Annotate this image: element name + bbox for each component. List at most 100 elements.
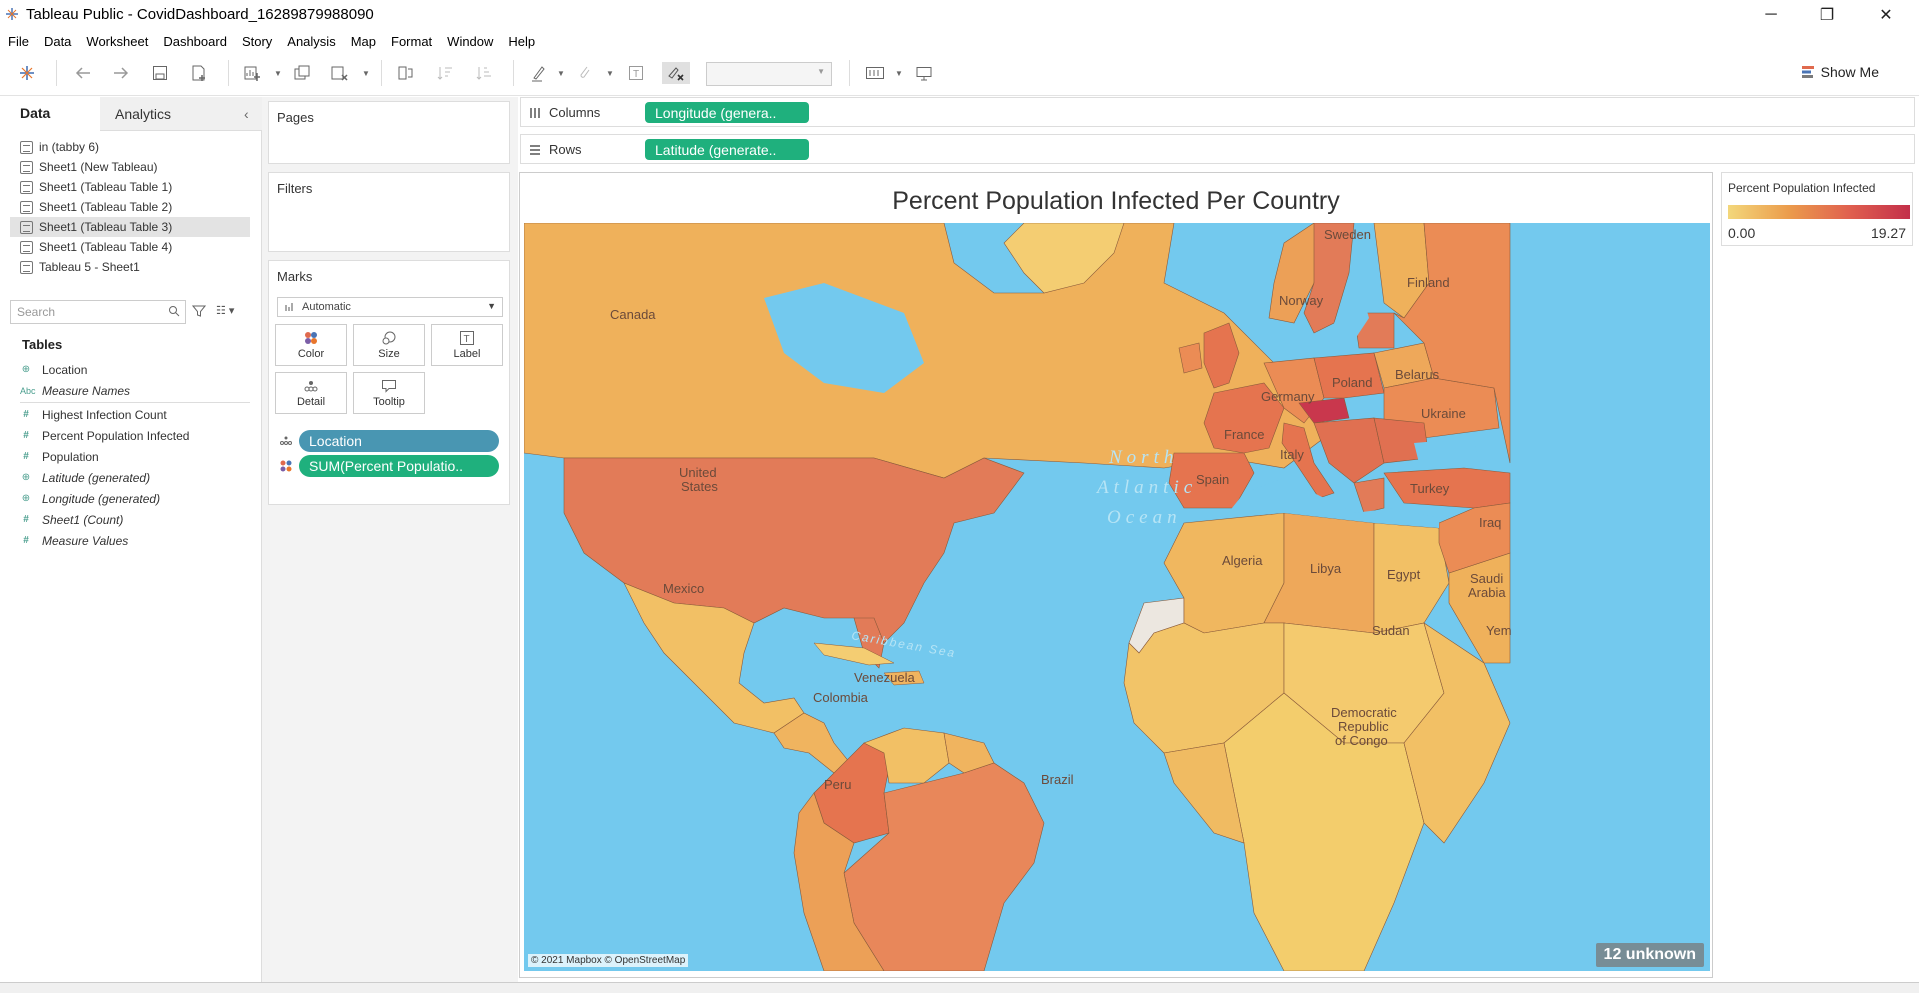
- save-icon[interactable]: [149, 62, 171, 84]
- columns-shelf[interactable]: Columns Longitude (genera..: [520, 97, 1915, 127]
- location-pill[interactable]: Location: [299, 430, 499, 452]
- field-item[interactable]: # Population: [20, 446, 260, 467]
- map-label: Finland: [1407, 275, 1450, 290]
- highlight-icon[interactable]: [528, 62, 550, 84]
- close-button[interactable]: ✕: [1858, 0, 1914, 30]
- menu-file[interactable]: File: [8, 34, 29, 49]
- datasource-icon: [20, 260, 33, 274]
- fit-dropdown[interactable]: ▼: [706, 62, 832, 86]
- unknown-indicator[interactable]: 12 unknown: [1595, 943, 1704, 967]
- new-datasource-icon[interactable]: [188, 62, 210, 84]
- search-icon[interactable]: [168, 305, 180, 317]
- presentation-mode-icon[interactable]: [913, 62, 935, 84]
- map-attribution[interactable]: © 2021 Mapbox © OpenStreetMap: [528, 954, 689, 967]
- size-button[interactable]: Size: [353, 324, 425, 366]
- svg-text:T: T: [633, 69, 639, 80]
- label-button[interactable]: T Label: [431, 324, 503, 366]
- columns-icon: [530, 107, 540, 118]
- map-label: States: [681, 479, 718, 494]
- tooltip-button[interactable]: Tooltip: [353, 372, 425, 414]
- longitude-pill[interactable]: Longitude (genera..: [645, 102, 809, 123]
- clear-sheet-icon[interactable]: [328, 62, 350, 84]
- legend-title: Percent Population Infected: [1728, 181, 1876, 195]
- search-input[interactable]: Search: [10, 300, 186, 324]
- show-me-button[interactable]: Show Me: [1801, 64, 1879, 80]
- legend-max: 19.27: [1870, 225, 1906, 241]
- field-item[interactable]: ⊕ Location: [20, 359, 260, 380]
- datasource-item[interactable]: Sheet1 (Tableau Table 4): [10, 237, 250, 257]
- tableau-home-icon[interactable]: [16, 62, 38, 84]
- marks-pill-sum[interactable]: SUM(Percent Populatio..: [277, 455, 499, 477]
- restore-button[interactable]: ❐: [1799, 0, 1855, 30]
- sort-descending-icon[interactable]: [473, 62, 495, 84]
- map-view[interactable]: Canada United States Mexico Colombia Ven…: [524, 223, 1710, 971]
- datasource-item[interactable]: Sheet1 (New Tableau): [10, 157, 250, 177]
- tab-analytics[interactable]: Analytics: [100, 97, 262, 131]
- abc-icon: Abc: [20, 385, 36, 396]
- new-worksheet-icon[interactable]: [241, 62, 263, 84]
- map-label: Spain: [1196, 472, 1229, 487]
- datasource-item[interactable]: Sheet1 (Tableau Table 2): [10, 197, 250, 217]
- detail-button[interactable]: Detail: [275, 372, 347, 414]
- mark-type-dropdown[interactable]: Automatic ▼: [277, 297, 503, 317]
- sort-ascending-icon[interactable]: [434, 62, 456, 84]
- field-item[interactable]: # Percent Population Infected: [20, 425, 260, 446]
- map-label: Sweden: [1324, 227, 1371, 242]
- view-options-icon[interactable]: ☷ ▾: [216, 304, 234, 317]
- menu-help[interactable]: Help: [508, 34, 535, 49]
- sum-percent-pill[interactable]: SUM(Percent Populatio..: [299, 455, 499, 477]
- hash-icon: #: [23, 535, 29, 546]
- fix-axes-icon[interactable]: [662, 62, 690, 84]
- menu-format[interactable]: Format: [391, 34, 432, 49]
- swap-rows-columns-icon[interactable]: [394, 62, 416, 84]
- map-label: Italy: [1280, 447, 1304, 462]
- latitude-pill[interactable]: Latitude (generate..: [645, 139, 809, 160]
- undo-icon[interactable]: [72, 62, 94, 84]
- field-item[interactable]: # Sheet1 (Count): [20, 509, 260, 530]
- columns-label: Columns: [549, 105, 601, 120]
- pages-card[interactable]: Pages: [268, 101, 510, 164]
- map-label: Saudi: [1470, 571, 1503, 586]
- field-item[interactable]: # Highest Infection Count: [20, 404, 260, 425]
- datasource-item[interactable]: Sheet1 (Tableau Table 1): [10, 177, 250, 197]
- datasource-icon: [20, 140, 33, 154]
- menu-analysis[interactable]: Analysis: [287, 34, 335, 49]
- map-svg[interactable]: Canada United States Mexico Colombia Ven…: [524, 223, 1710, 971]
- field-item[interactable]: Abc Measure Names: [20, 380, 260, 401]
- menu-worksheet[interactable]: Worksheet: [86, 34, 148, 49]
- rows-shelf[interactable]: Rows Latitude (generate..: [520, 134, 1915, 164]
- field-item[interactable]: # Measure Values: [20, 530, 260, 551]
- duplicate-sheet-icon[interactable]: [291, 62, 313, 84]
- field-item[interactable]: ⊕ Latitude (generated): [20, 467, 260, 488]
- minimize-button[interactable]: ─: [1743, 0, 1799, 30]
- map-label: Yem: [1486, 623, 1512, 638]
- show-cards-icon[interactable]: [864, 62, 886, 84]
- map-label: Germany: [1261, 389, 1315, 404]
- filters-card[interactable]: Filters: [268, 172, 510, 252]
- group-members-icon[interactable]: [574, 62, 596, 84]
- size-icon: [382, 331, 396, 344]
- field-item[interactable]: ⊕ Longitude (generated): [20, 488, 260, 509]
- map-label: Norway: [1279, 293, 1324, 308]
- datasource-item[interactable]: Tableau 5 - Sheet1: [10, 257, 250, 277]
- country-greece: [1353, 477, 1385, 514]
- datasource-item-selected[interactable]: Sheet1 (Tableau Table 3): [10, 217, 250, 237]
- menu-story[interactable]: Story: [242, 34, 272, 49]
- show-mark-labels-icon[interactable]: T: [625, 62, 647, 84]
- menu-window[interactable]: Window: [447, 34, 493, 49]
- tooltip-icon: [382, 379, 396, 393]
- datasource-item[interactable]: in (tabby 6): [10, 137, 250, 157]
- collapse-pane-icon[interactable]: ‹: [244, 106, 249, 122]
- map-label: North: [1108, 447, 1178, 468]
- menu-data[interactable]: Data: [44, 34, 71, 49]
- redo-icon[interactable]: [110, 62, 132, 84]
- menu-dashboard[interactable]: Dashboard: [163, 34, 227, 49]
- color-button[interactable]: Color: [275, 324, 347, 366]
- sheet-tabs-bar[interactable]: [0, 982, 1919, 993]
- tab-data[interactable]: Data: [0, 97, 100, 131]
- color-legend[interactable]: Percent Population Infected 0.00 19.27: [1721, 172, 1913, 246]
- marks-pill-location[interactable]: Location: [277, 430, 499, 452]
- map-label: Egypt: [1387, 567, 1421, 582]
- filter-icon[interactable]: [192, 304, 206, 318]
- menu-map[interactable]: Map: [351, 34, 376, 49]
